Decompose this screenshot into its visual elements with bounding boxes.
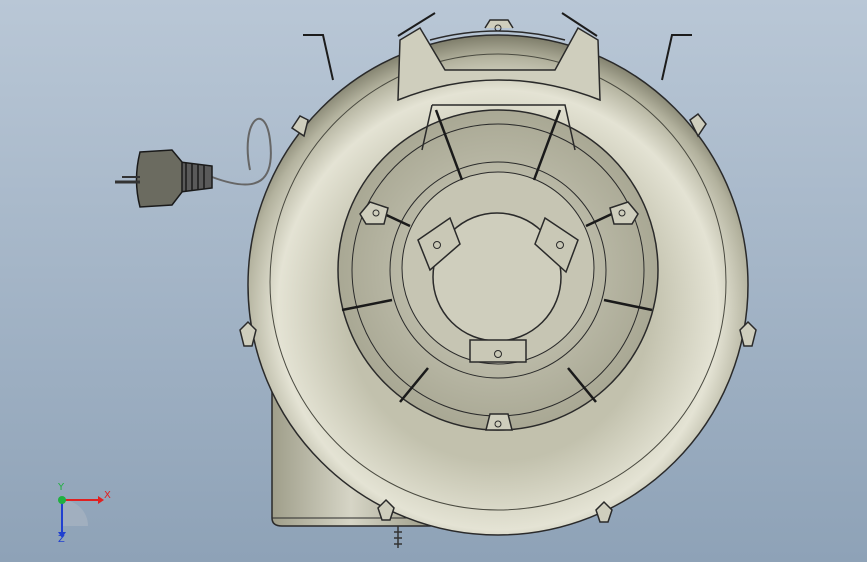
axis-x-label: X (104, 490, 111, 501)
plug-strain-relief (179, 161, 213, 193)
plug-body (135, 149, 183, 208)
triad-graphic (58, 496, 104, 538)
orientation-triad[interactable]: X Y Z (44, 478, 114, 548)
axis-y-label: Y (58, 482, 65, 493)
axis-z-label: Z (58, 534, 65, 545)
cad-viewport[interactable] (0, 0, 867, 562)
top-tab (484, 19, 514, 29)
